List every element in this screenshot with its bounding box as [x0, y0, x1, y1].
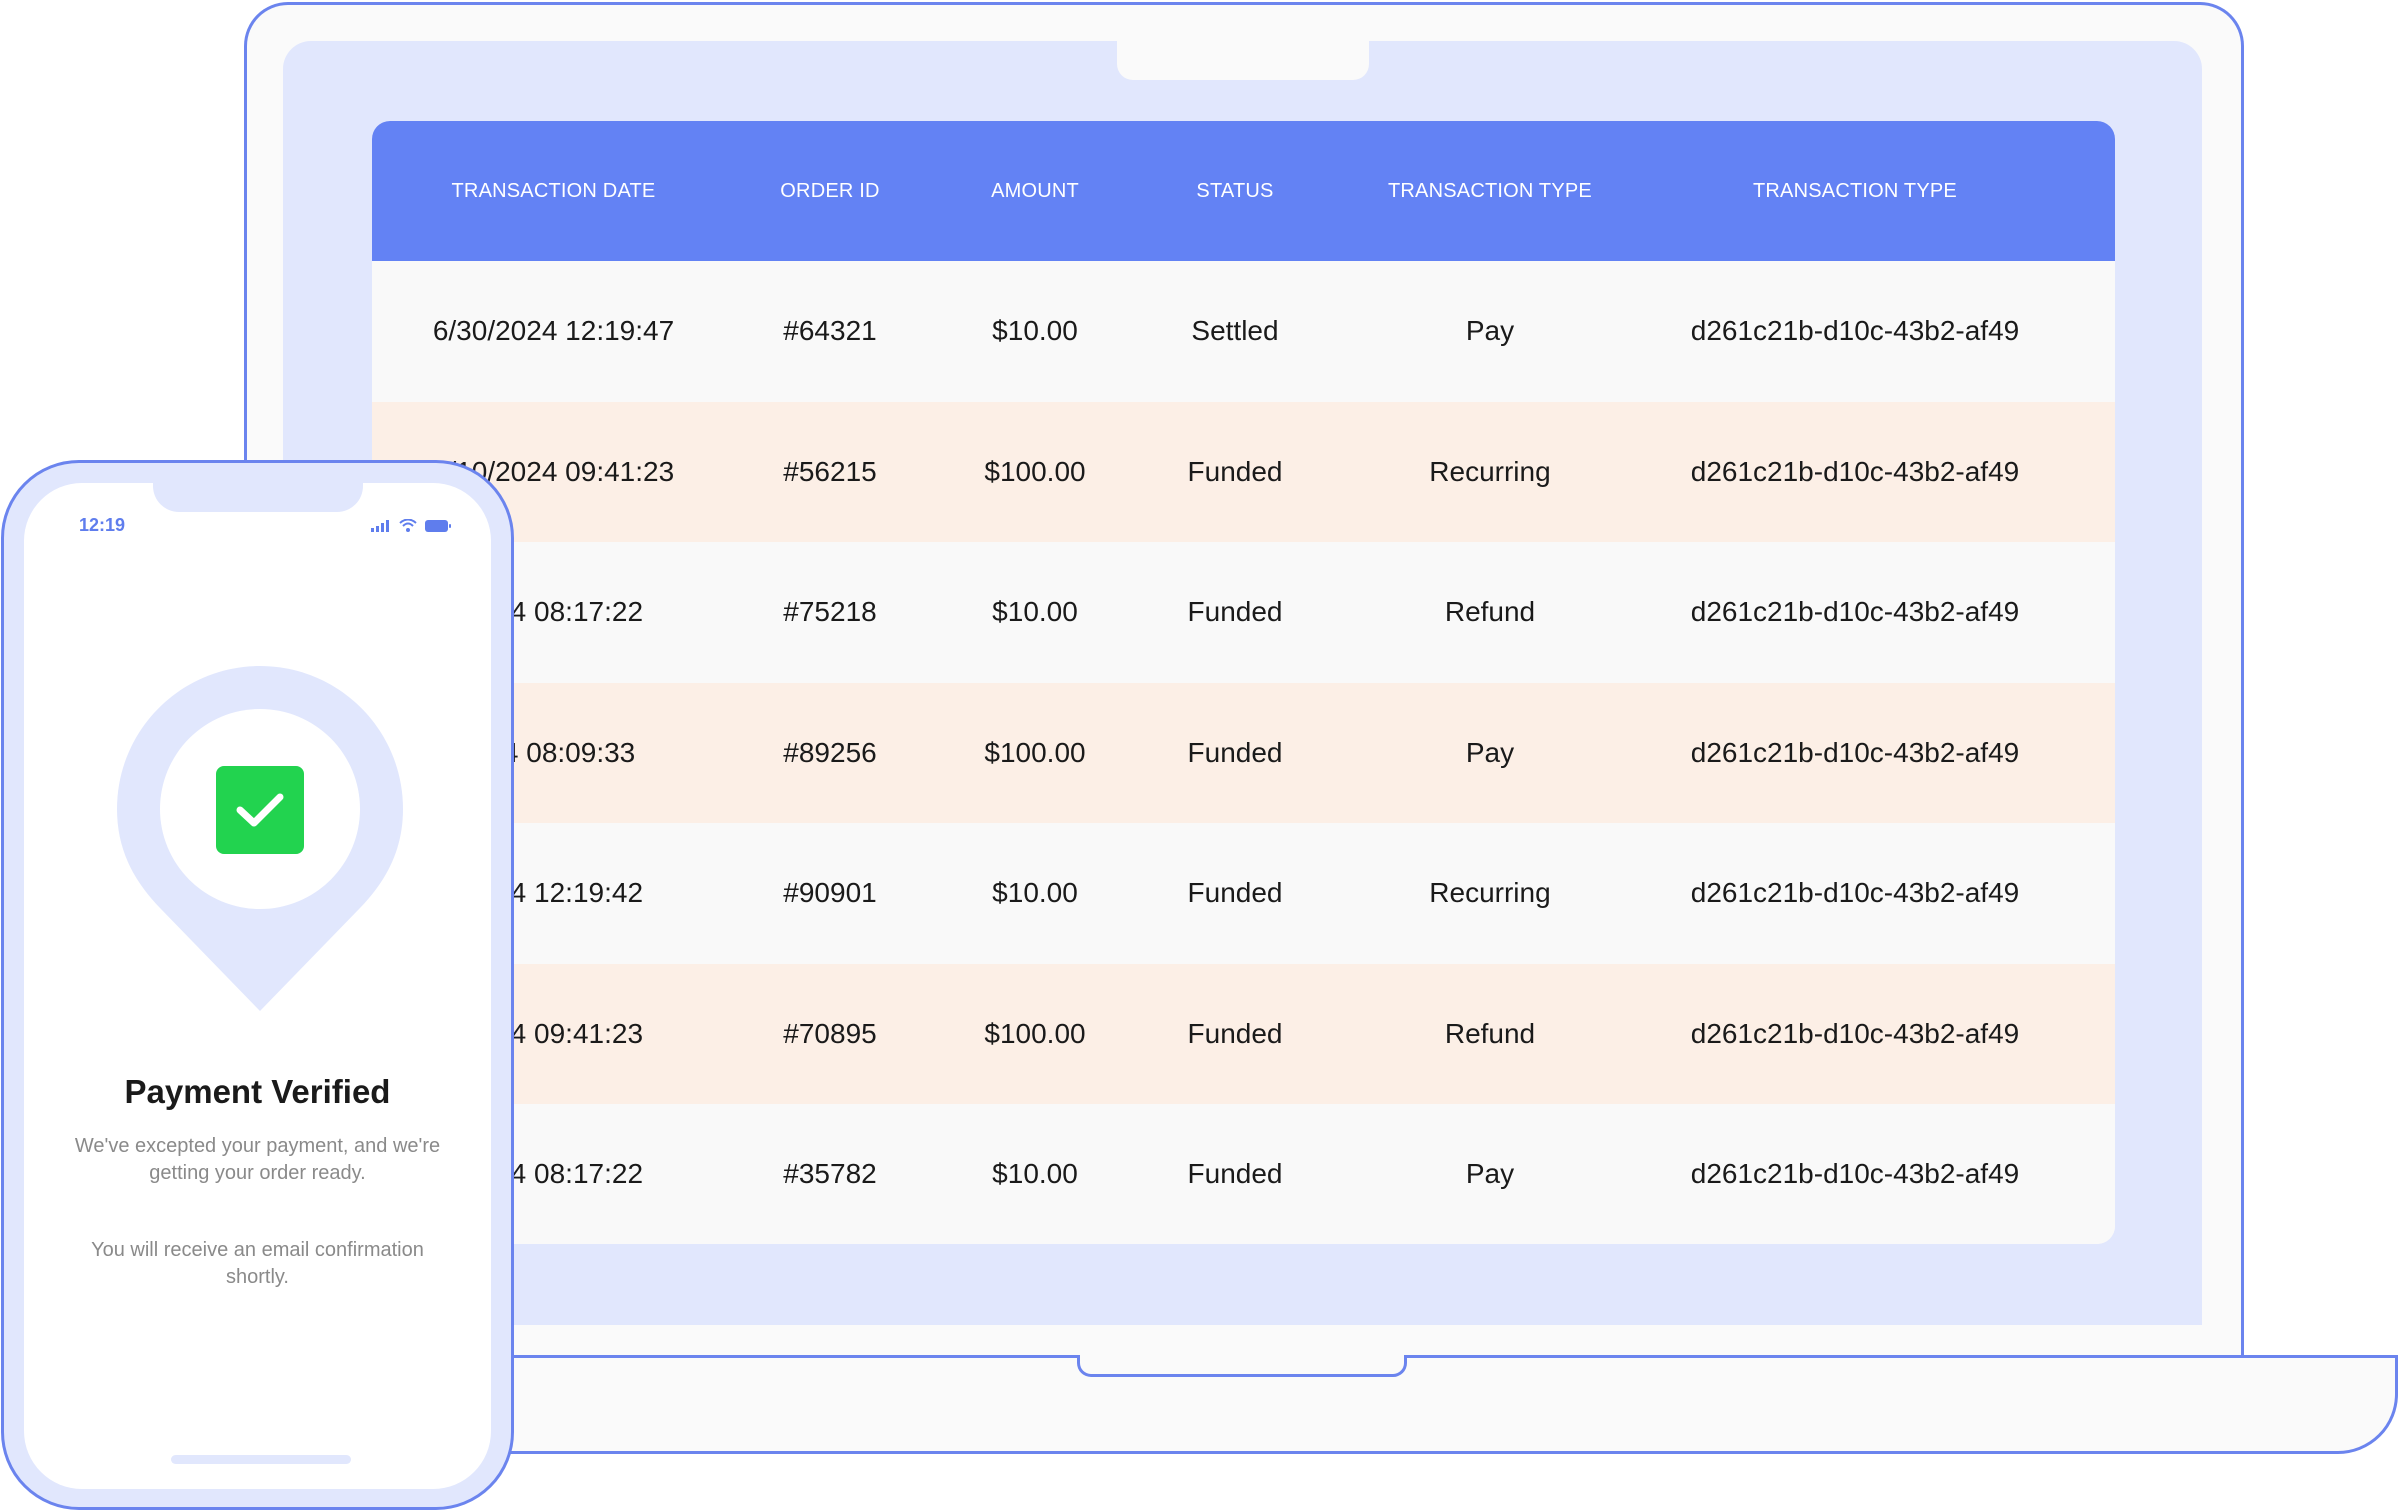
cell-txn-id: d261c21b-d10c-43b2-af49 [1690, 315, 2020, 347]
cell-txn-id: d261c21b-d10c-43b2-af49 [1690, 1017, 2020, 1049]
cell-txn-id: d261c21b-d10c-43b2-af49 [1690, 736, 2020, 768]
cell-amount: $10.00 [992, 1158, 1078, 1190]
signal-icon [371, 519, 391, 537]
column-header-status[interactable]: STATUS [1145, 121, 1325, 261]
cell-status: Funded [1187, 736, 1283, 768]
cell-status: Funded [1187, 596, 1283, 628]
cell-type: Recurring [1429, 877, 1551, 909]
table-row[interactable]: 024 08:09:33 #89256 $100.00 Funded Pay d… [372, 682, 2115, 823]
wifi-icon [399, 518, 417, 537]
camera-notch [1117, 41, 1369, 80]
cell-txn-id: d261c21b-d10c-43b2-af49 [1690, 596, 2020, 628]
table-row[interactable]: 2024 12:19:42 #90901 $10.00 Funded Recur… [372, 823, 2115, 964]
table-row[interactable]: 2024 08:17:22 #35782 $10.00 Funded Pay d… [372, 1104, 2115, 1244]
cell-txn-id: d261c21b-d10c-43b2-af49 [1690, 1158, 2020, 1190]
home-indicator[interactable] [171, 1455, 351, 1464]
cell-amount: $100.00 [984, 455, 1086, 487]
table-row[interactable]: 2024 08:17:22 #75218 $10.00 Funded Refun… [372, 542, 2115, 683]
cell-date: 6/30/2024 12:19:47 [432, 315, 675, 347]
laptop-base [420, 1355, 2398, 1454]
email-confirmation-message: You will receive an email confirmation s… [91, 1239, 424, 1288]
status-icons [371, 518, 451, 537]
table-header: TRANSACTION DATE ORDER ID AMOUNT STATUS … [372, 121, 2115, 261]
cell-order-id: #90901 [783, 877, 877, 909]
payment-verified-title: Payment Verified [124, 1073, 391, 1110]
trackpad-notch [1077, 1355, 1407, 1377]
phone-notch [153, 483, 363, 512]
phone-screen: 12:19 Payment Verified We've excepted yo… [24, 483, 491, 1489]
cell-amount: $10.00 [992, 596, 1078, 628]
cell-type: Pay [1465, 315, 1515, 347]
cell-status: Funded [1187, 877, 1283, 909]
column-header-transaction-type[interactable]: TRANSACTION TYPE [1325, 121, 1655, 261]
cell-type: Refund [1444, 596, 1536, 628]
table-row[interactable]: 6/10/2024 09:41:23 #56215 $100.00 Funded… [372, 401, 2115, 542]
cell-type: Refund [1444, 1017, 1536, 1049]
cell-type: Pay [1465, 736, 1515, 768]
cell-order-id: #64321 [783, 315, 877, 347]
cell-txn-id: d261c21b-d10c-43b2-af49 [1690, 455, 2020, 487]
cell-status: Funded [1187, 455, 1283, 487]
column-header-amount[interactable]: AMOUNT [925, 121, 1145, 261]
status-time: 12:19 [79, 515, 126, 535]
column-header-transaction-id[interactable]: TRANSACTION TYPE [1655, 121, 2055, 261]
cell-order-id: #70895 [783, 1017, 877, 1049]
column-header-order-id[interactable]: ORDER ID [735, 121, 925, 261]
cell-amount: $10.00 [992, 315, 1078, 347]
cell-order-id: #75218 [783, 596, 877, 628]
cell-type: Pay [1465, 1158, 1515, 1190]
cell-order-id: #35782 [783, 1158, 877, 1190]
transactions-table: TRANSACTION DATE ORDER ID AMOUNT STATUS … [372, 121, 2115, 1244]
battery-icon [425, 519, 451, 537]
table-row[interactable]: 6/30/2024 12:19:47 #64321 $10.00 Settled… [372, 261, 2115, 402]
checkmark-icon [216, 766, 304, 854]
cell-order-id: #89256 [783, 736, 877, 768]
cell-txn-id: d261c21b-d10c-43b2-af49 [1690, 877, 2020, 909]
cell-order-id: #56215 [783, 455, 877, 487]
cell-amount: $10.00 [992, 877, 1078, 909]
cell-status: Funded [1187, 1017, 1283, 1049]
cell-status: Funded [1187, 1158, 1283, 1190]
cell-type: Recurring [1429, 455, 1551, 487]
cell-amount: $100.00 [984, 1017, 1086, 1049]
table-row[interactable]: 2024 09:41:23 #70895 $100.00 Funded Refu… [372, 963, 2115, 1104]
cell-amount: $100.00 [984, 736, 1086, 768]
cell-status: Settled [1191, 315, 1279, 347]
column-header-transaction-date[interactable]: TRANSACTION DATE [372, 121, 735, 261]
phone-frame: 12:19 Payment Verified We've excepted yo… [1, 460, 514, 1510]
payment-message: We've excepted your payment, and we're g… [74, 1135, 441, 1184]
